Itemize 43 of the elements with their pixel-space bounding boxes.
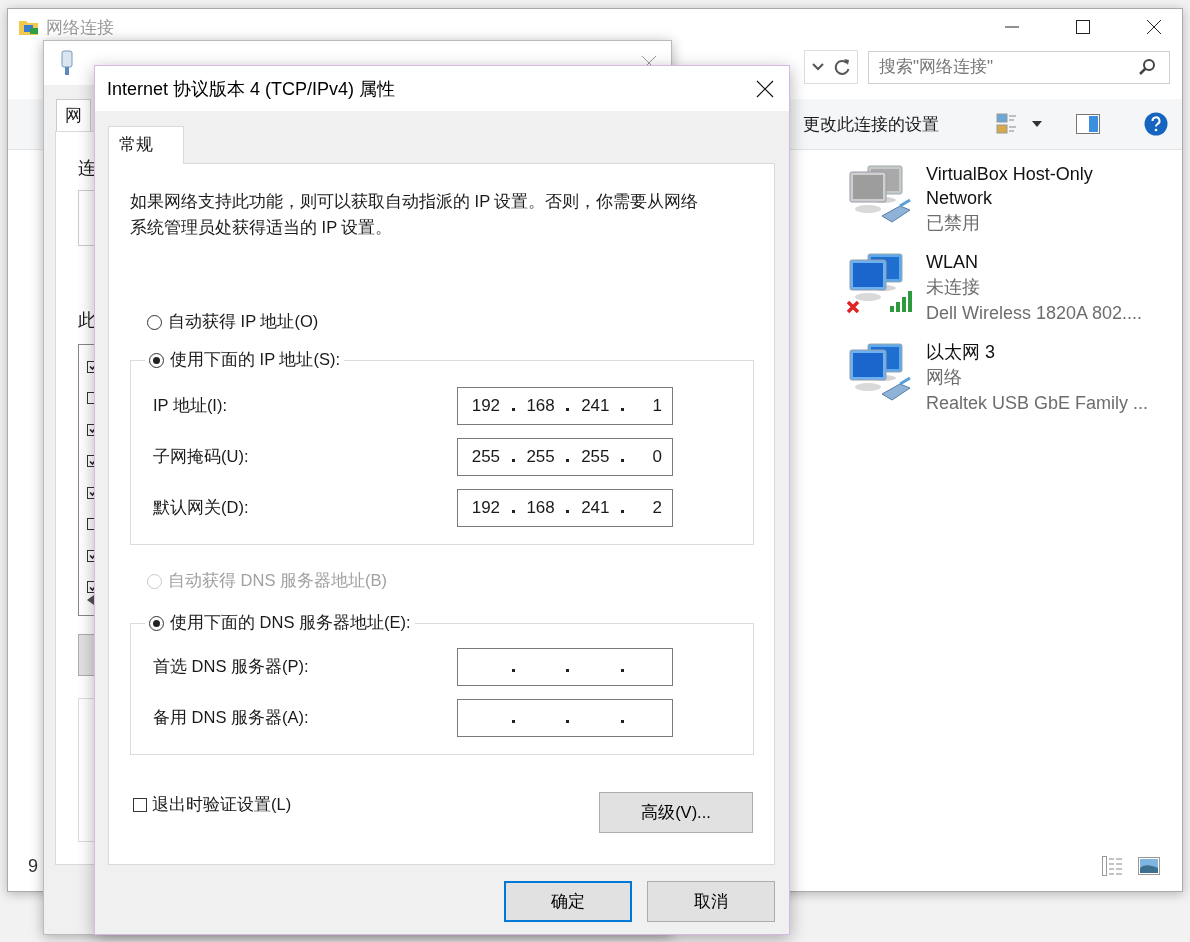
advanced-button[interactable]: 高级(V)... bbox=[599, 792, 753, 833]
field-label: IP 地址(I): bbox=[153, 395, 229, 416]
ok-button[interactable]: 确定 bbox=[504, 881, 632, 922]
window-title: 网络连接 bbox=[46, 16, 114, 39]
connection-name[interactable]: 以太网 3 bbox=[926, 340, 995, 364]
item-count: 9 bbox=[28, 855, 38, 877]
large-icons-view-icon[interactable] bbox=[1138, 857, 1160, 875]
device-name: Dell Wireless 1820A 802.... bbox=[926, 302, 1143, 325]
preview-pane-icon[interactable] bbox=[1076, 114, 1100, 134]
cancel-button[interactable]: 取消 bbox=[647, 881, 775, 922]
ip-address-field[interactable]: 255 255 255 0 bbox=[457, 438, 673, 476]
search-icon[interactable] bbox=[1138, 57, 1156, 76]
connection-status: 未连接 bbox=[926, 276, 980, 299]
chevron-down-icon[interactable] bbox=[811, 62, 825, 72]
field-label: 备用 DNS 服务器(A): bbox=[153, 707, 310, 728]
field-label: 默认网关(D): bbox=[153, 497, 250, 518]
ip-address-field[interactable]: 192 168 241 1 bbox=[457, 387, 673, 425]
details-view-icon[interactable] bbox=[1102, 856, 1124, 876]
search-field[interactable]: 搜索"网络连接" bbox=[868, 50, 1170, 84]
connection-name[interactable]: WLAN bbox=[926, 250, 978, 274]
help-icon[interactable] bbox=[1144, 112, 1168, 136]
close-icon[interactable] bbox=[1146, 19, 1162, 35]
connection-status: 网络 bbox=[926, 366, 962, 389]
change-settings-button[interactable]: 更改此连接的设置 bbox=[803, 112, 939, 136]
network-adapter-icon bbox=[60, 50, 74, 76]
field-label: 子网掩码(U): bbox=[153, 446, 250, 467]
refresh-icon[interactable] bbox=[833, 57, 851, 77]
field-label: 连 bbox=[78, 157, 96, 180]
auto-ip-radio[interactable]: 自动获得 IP 地址(O) bbox=[147, 308, 319, 336]
maximize-icon[interactable] bbox=[1075, 19, 1091, 35]
field-label: 首选 DNS 服务器(P): bbox=[153, 656, 310, 677]
description-text: 如果网络支持此功能，则可以获取自动指派的 IP 设置。否则，你需要从网络系统管理员处获得适当的 IP 设置。 bbox=[130, 191, 700, 238]
ip-address-field[interactable]: 192 168 241 2 bbox=[457, 489, 673, 527]
general-tab[interactable]: 常规 bbox=[108, 126, 184, 164]
dialog-title: Internet 协议版本 4 (TCP/IPv4) 属性 bbox=[107, 77, 396, 101]
validate-checkbox[interactable]: 退出时验证设置(L) bbox=[133, 794, 292, 816]
close-icon[interactable] bbox=[756, 79, 774, 98]
dns-address-field[interactable] bbox=[457, 648, 673, 686]
dialog-tab[interactable]: 网 bbox=[56, 99, 91, 131]
caret-icon[interactable] bbox=[1032, 121, 1042, 127]
device-name: Realtek USB GbE Family ... bbox=[926, 392, 1149, 415]
dns-address-field[interactable] bbox=[457, 699, 673, 737]
connection-status: 已禁用 bbox=[926, 212, 980, 235]
